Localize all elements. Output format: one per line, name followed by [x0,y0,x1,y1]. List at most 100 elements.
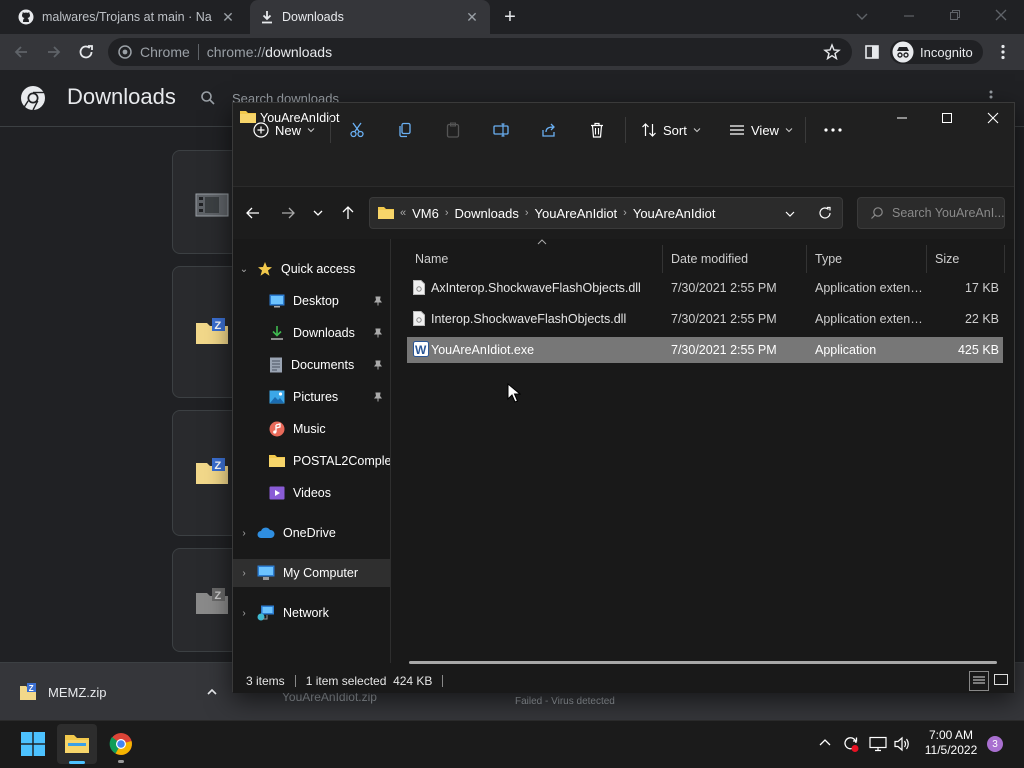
address-bar[interactable]: « VM6 › Downloads › YouAreAnIdiot › YouA… [369,197,843,229]
expand-chevron-icon[interactable]: ⌄ [239,264,249,275]
tab-close-icon[interactable]: ✕ [464,9,480,26]
nav-item-downloads[interactable]: Downloads [269,319,390,347]
trash-icon [589,122,605,138]
recent-locations-chevron-icon[interactable] [312,207,324,219]
explorer-forward-icon[interactable] [280,205,296,221]
taskbar-chrome-icon[interactable] [109,732,133,763]
status-divider [294,675,296,687]
nav-item-postal2[interactable]: POSTAL2Complete [269,447,390,475]
column-header-date[interactable]: Date modified [663,245,807,273]
breadcrumb-item[interactable]: YouAreAnIdiot [535,206,618,221]
horizontal-scrollbar[interactable] [409,661,997,664]
nav-item-documents[interactable]: Documents [269,351,390,379]
nav-label: Videos [293,486,331,500]
breadcrumb-item[interactable]: YouAreAnIdiot [633,206,716,221]
breadcrumb-overflow[interactable]: « [400,207,406,219]
bookmark-star-icon[interactable] [823,43,841,61]
explorer-maximize-icon[interactable] [924,103,970,133]
new-button-label: New [275,122,302,138]
taskbar-clock[interactable]: 7:00 AM 11/5/2022 [916,728,986,758]
pin-icon[interactable] [373,360,383,370]
details-view-icon[interactable] [969,671,989,691]
pin-icon[interactable] [373,392,383,402]
nav-item-music[interactable]: Music [269,415,390,443]
column-header-name[interactable]: Name [407,245,663,273]
new-button[interactable]: New [253,117,315,143]
breadcrumb-item[interactable]: Downloads [455,206,519,221]
chevron-down-icon [307,126,315,134]
tray-network-icon[interactable] [869,736,887,752]
side-panel-icon[interactable] [864,44,880,60]
tab-close-icon[interactable]: ✕ [220,9,236,26]
pin-icon[interactable] [373,328,383,338]
navigation-pane: ⌄ Quick access Desktop Downloads Documen… [233,239,391,663]
sort-button[interactable]: Sort [641,117,701,143]
address-dropdown-icon[interactable] [784,208,796,220]
delete-button[interactable] [589,117,605,143]
explorer-minimize-icon[interactable] [879,103,925,133]
url-scheme: chrome:// [206,44,266,60]
breadcrumb-chevron-icon: › [524,207,529,219]
refresh-icon[interactable] [818,206,832,220]
shelf-item-memz[interactable]: Z MEMZ.zip [18,672,228,712]
close-window-icon[interactable] [993,7,1009,23]
pin-icon[interactable] [373,296,383,306]
windows-start-icon[interactable] [21,732,45,756]
nav-item-desktop[interactable]: Desktop [269,287,390,315]
chevron-up-icon[interactable] [206,686,218,698]
chrome-menu-icon[interactable] [994,43,1012,61]
column-header-size[interactable]: Size [927,245,1005,273]
command-separator [330,117,331,143]
rename-button[interactable] [493,117,509,143]
file-row[interactable]: Interop.ShockwaveFlashObjects.dll 7/30/2… [407,306,1003,332]
view-button[interactable]: View [729,117,793,143]
nav-item-videos[interactable]: Videos [269,479,390,507]
column-header-type[interactable]: Type [807,245,927,273]
new-tab-button[interactable]: + [500,6,520,28]
explorer-search-input[interactable]: Search YouAreAnI... [857,197,1005,229]
folder-icon [378,206,394,220]
dll-file-icon [413,280,425,295]
incognito-badge[interactable]: Incognito [890,40,983,64]
tab-search-chevron-icon[interactable] [854,8,870,24]
taskbar-file-explorer[interactable] [57,724,97,764]
nav-onedrive[interactable]: › OneDrive [239,519,390,547]
nav-network[interactable]: › Network [239,599,390,627]
reload-icon[interactable] [77,43,95,61]
tray-volume-icon[interactable] [893,736,911,752]
expand-chevron-icon[interactable]: › [239,528,249,539]
explorer-back-icon[interactable] [245,205,261,221]
notification-badge[interactable]: 3 [987,736,1003,752]
clock-date: 11/5/2022 [924,743,978,757]
nav-quick-access[interactable]: ⌄ Quick access [239,255,390,283]
breadcrumb-item[interactable]: VM6 [412,206,439,221]
forward-arrow-icon[interactable] [45,43,63,61]
tray-chevron-up-icon[interactable] [818,736,832,750]
cut-button[interactable] [349,117,365,143]
expand-chevron-icon[interactable]: › [239,608,249,619]
restore-icon[interactable] [947,7,963,23]
nav-item-pictures[interactable]: Pictures [269,383,390,411]
tab-github[interactable]: malwares/Trojans at main · Naxis ✕ [8,0,246,34]
file-row[interactable]: AxInterop.ShockwaveFlashObjects.dll 7/30… [407,275,1003,301]
tab-downloads[interactable]: Downloads ✕ [250,0,490,34]
clipboard-icon [445,122,461,138]
download-arrow-icon [269,325,285,341]
share-button[interactable] [541,117,557,143]
tab-github-label: malwares/Trojans at main · Naxis [42,10,212,24]
more-options-button[interactable] [823,117,843,143]
explorer-close-icon[interactable] [970,103,1016,133]
minimize-icon[interactable] [901,8,917,24]
tiles-view-icon[interactable] [993,672,1009,688]
nav-my-computer[interactable]: › My Computer [233,559,390,587]
nav-label: OneDrive [283,526,336,540]
expand-chevron-icon[interactable]: › [239,568,249,579]
tray-sync-alert-icon[interactable] [842,735,860,753]
clock-time: 7:00 AM [928,728,974,742]
omnibox[interactable]: Chrome chrome://downloads [108,38,852,66]
up-arrow-icon[interactable] [340,205,356,221]
paste-button[interactable] [445,117,461,143]
file-row-selected[interactable]: W YouAreAnIdiot.exe 7/30/2021 2:55 PM Ap… [407,337,1003,363]
copy-button[interactable] [397,117,413,143]
back-arrow-icon[interactable] [12,43,30,61]
